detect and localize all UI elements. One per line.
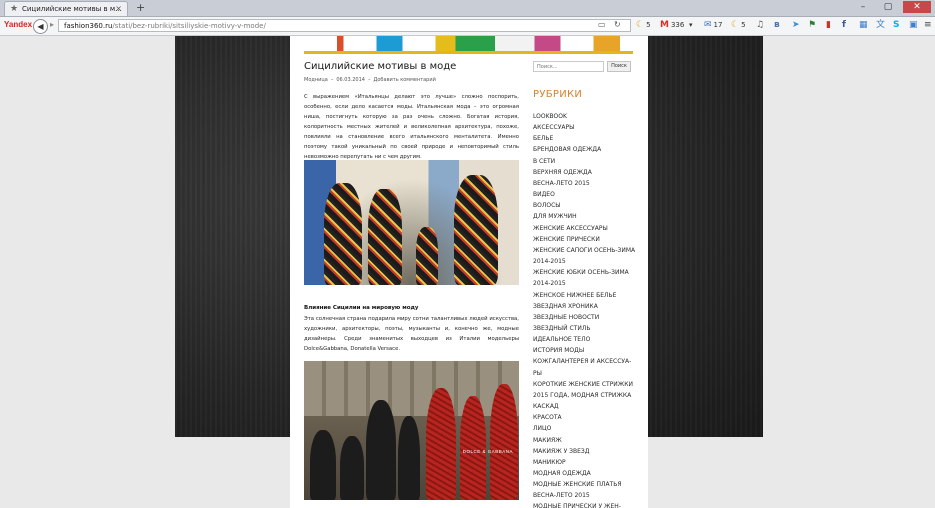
search-input[interactable] <box>533 61 604 72</box>
browser-toolbar: Yandex ◀ ▸ fashion360.ru/stati/bez-rubri… <box>0 17 935 36</box>
category-link[interactable]: ДЛЯ МУЖЧИН <box>533 211 638 222</box>
category-link[interactable]: ЗВЕЗДНЫЕ НОВОСТИ <box>533 312 638 323</box>
category-link[interactable]: МОДНАЯ ОДЕЖДА <box>533 468 638 479</box>
category-link[interactable]: 2014-2015 <box>533 256 638 267</box>
url-path: /stati/bez-rubriki/sitsiliyskie-motivy-v… <box>112 22 266 30</box>
gmail-widget[interactable]: M 336 <box>660 20 684 31</box>
post-date[interactable]: 06.03.2014 <box>336 77 365 83</box>
chart-icon[interactable]: ▮ <box>826 20 831 31</box>
category-link[interactable]: АКСЕССУАРЫ <box>533 122 638 133</box>
category-link[interactable]: КОРОТКИЕ ЖЕНСКИЕ СТРИЖКИ <box>533 379 638 390</box>
close-tab-icon[interactable]: × <box>115 2 122 16</box>
intro-paragraph: С выражением «Итальянцы делают это лучше… <box>304 94 519 160</box>
post-meta: Модница –06.03.2014– Добавить комментарий <box>304 77 436 83</box>
music-icon[interactable]: ♫ <box>756 20 764 31</box>
category-link[interactable]: ИСТОРИЯ МОДЫ <box>533 345 638 356</box>
gmail-icon: M <box>660 20 669 30</box>
dropdown-icon[interactable]: ▾ <box>689 20 693 31</box>
category-link[interactable]: 2014-2015 <box>533 278 638 289</box>
weather-widget[interactable]: ☾ 5 <box>636 20 651 31</box>
envelope-icon: ✉ <box>704 20 712 30</box>
yandex-logo[interactable]: Yandex <box>4 20 32 29</box>
category-link[interactable]: ИДЕАЛЬНОЕ ТЕЛО <box>533 334 638 345</box>
translate-icon[interactable]: 文 <box>876 20 885 31</box>
categories-heading: РУБРИКИ <box>533 89 583 100</box>
category-link[interactable]: БРЕНДОВАЯ ОДЕЖДА <box>533 144 638 155</box>
section-heading: Влияние Сицилии на мировую моду <box>304 305 419 311</box>
fashion-photo-1 <box>304 160 519 285</box>
back-button[interactable]: ◀ <box>33 19 48 34</box>
category-link[interactable]: КРАСОТА <box>533 412 638 423</box>
active-tab[interactable]: ★ Сицилийские мотивы в м... × <box>4 1 128 16</box>
category-link[interactable]: ЖЕНСКОЕ НИЖНЕЕ БЕЛЬЕ <box>533 290 638 301</box>
post-title[interactable]: Сицилийские мотивы в моде <box>304 61 456 72</box>
category-link[interactable]: МОДНЫЕ ЖЕНСКИЕ ПЛАТЬЯ <box>533 479 638 490</box>
facebook-icon[interactable]: f <box>842 20 846 31</box>
forward-icon[interactable]: ▸ <box>50 20 54 29</box>
category-link[interactable]: МАКИЯЖ У ЗВЕЗД <box>533 446 638 457</box>
category-link[interactable]: КОЖГАЛАНТЕРЕЯ И АКСЕССУА- <box>533 356 638 367</box>
menu-icon[interactable]: ≡ <box>924 20 932 31</box>
flag-icon[interactable]: ⚑ <box>808 20 816 31</box>
dolce-gabbana-logo: DOLCE & GABBANA <box>462 449 513 454</box>
url-domain: fashion360.ru <box>64 22 113 30</box>
category-link[interactable]: БЕЛЬЕ <box>533 133 638 144</box>
search-button[interactable]: Поиск <box>607 61 631 72</box>
category-link[interactable]: РЫ <box>533 368 638 379</box>
fashion-photo-2: DOLCE & GABBANA <box>304 361 519 500</box>
vk-icon[interactable]: в <box>774 20 780 31</box>
moon-icon: ☾ <box>636 20 645 30</box>
category-link[interactable]: ВЕСНА-ЛЕТО 2015 <box>533 490 638 501</box>
window-controls: – ▢ ✕ <box>853 1 931 13</box>
category-link[interactable]: ЖЕНСКИЕ АКСЕССУАРЫ <box>533 223 638 234</box>
post-author[interactable]: Модница <box>304 77 328 83</box>
category-link[interactable]: ЗВЕЗДНАЯ ХРОНИКА <box>533 301 638 312</box>
category-link[interactable]: ЖЕНСКИЕ САПОГИ ОСЕНЬ-ЗИМА <box>533 245 638 256</box>
extension-icon[interactable]: ▣ <box>909 20 918 31</box>
page-viewport: Сицилийские мотивы в моде Модница –06.03.… <box>0 36 935 508</box>
minimize-icon[interactable]: – <box>853 1 873 13</box>
calendar-icon[interactable]: ▦ <box>859 20 868 31</box>
content-panel: Сицилийские мотивы в моде Модница –06.03.… <box>290 36 648 508</box>
refresh-icon[interactable]: ↻ <box>614 20 621 29</box>
weather-widget-2[interactable]: ☾ 5 <box>731 20 746 31</box>
close-window-icon[interactable]: ✕ <box>903 1 931 13</box>
send-icon[interactable]: ➤ <box>792 20 800 31</box>
maximize-icon[interactable]: ▢ <box>878 1 898 13</box>
category-link[interactable]: МОДНЫЕ ПРИЧЕСКИ У ЖЕН- <box>533 501 638 508</box>
category-link[interactable]: МАНИКЮР <box>533 457 638 468</box>
category-link[interactable]: ЗВЕЗДНЫЙ СТИЛЬ <box>533 323 638 334</box>
category-link[interactable]: В СЕТИ <box>533 156 638 167</box>
categories-list: LOOKBOOK АКСЕССУАРЫ БЕЛЬЕ БРЕНДОВАЯ ОДЕЖДА В… <box>533 111 638 508</box>
moon-icon: ☾ <box>731 20 740 30</box>
category-link[interactable]: ЖЕНСКИЕ ПРИЧЕСКИ <box>533 234 638 245</box>
category-link[interactable]: 2015 ГОДА, МОДНАЯ СТРИЖКА <box>533 390 638 401</box>
category-link[interactable]: ВЕРХНЯЯ ОДЕЖДА <box>533 167 638 178</box>
category-link[interactable]: ВЕСНА-ЛЕТО 2015 <box>533 178 638 189</box>
category-link[interactable]: ВИДЕО <box>533 189 638 200</box>
category-link[interactable]: МАКИЯЖ <box>533 435 638 446</box>
category-link[interactable]: LOOKBOOK <box>533 111 638 122</box>
header-banner[interactable] <box>304 36 633 54</box>
address-bar[interactable]: fashion360.ru/stati/bez-rubriki/sitsiliy… <box>58 19 631 32</box>
section-paragraph: Эта солнечная страна подарила миру сотни… <box>304 316 519 352</box>
category-link[interactable]: ЖЕНСКИЕ ЮБКИ ОСЕНЬ-ЗИМА <box>533 267 638 278</box>
star-icon: ★ <box>10 4 19 14</box>
add-comment-link[interactable]: Добавить комментарий <box>373 77 435 83</box>
reader-mode-icon[interactable]: ▭ <box>598 20 606 29</box>
category-link[interactable]: КАСКАД <box>533 401 638 412</box>
new-tab-button[interactable]: + <box>136 0 145 15</box>
category-link[interactable]: ЛИЦО <box>533 423 638 434</box>
tab-title: Сицилийские мотивы в м... <box>22 5 122 13</box>
mail-widget[interactable]: ✉ 17 <box>704 20 722 31</box>
tab-strip: ★ Сицилийские мотивы в м... × + – ▢ ✕ <box>0 0 935 17</box>
category-link[interactable]: ВОЛОСЫ <box>533 200 638 211</box>
skype-icon[interactable]: S <box>893 20 899 31</box>
